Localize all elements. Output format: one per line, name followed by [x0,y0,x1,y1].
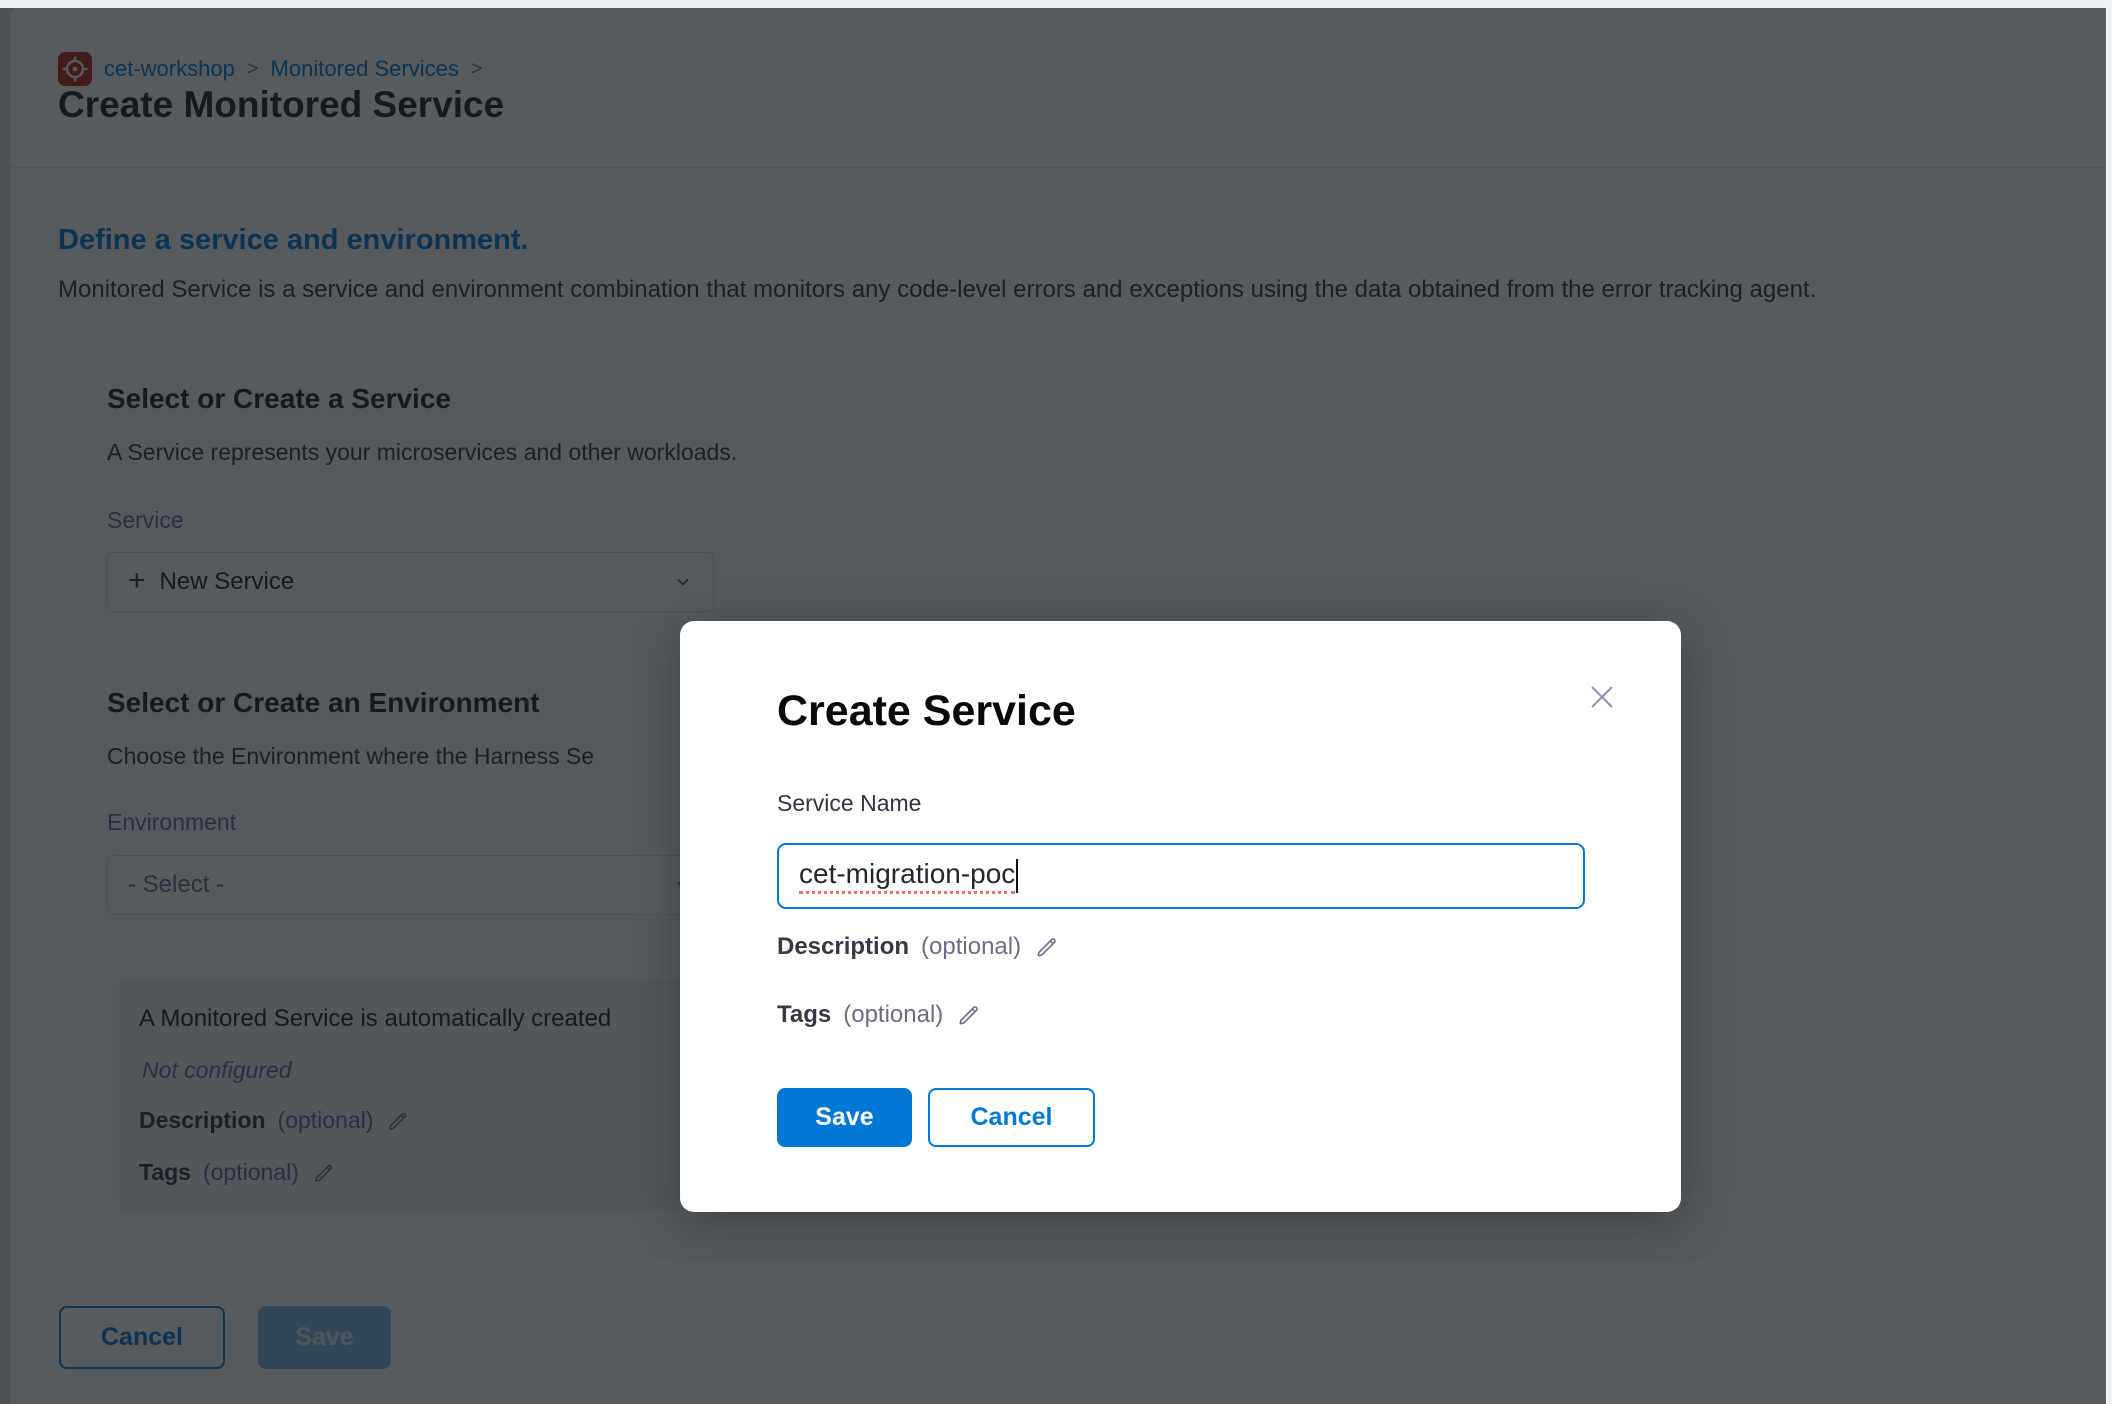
edit-pencil-icon[interactable] [955,1001,983,1029]
tags-label: Tags [777,1001,831,1029]
create-service-dialog: Create Service Service Name cet-migratio… [680,621,1681,1212]
close-icon[interactable] [1578,673,1626,721]
dialog-title: Create Service [777,687,1076,736]
dialog-cancel-button[interactable]: Cancel [928,1088,1095,1147]
service-name-value: cet-migration-poc [799,858,1015,894]
dialog-save-button[interactable]: Save [777,1088,912,1147]
text-caret [1016,859,1018,893]
scrollbar-track[interactable] [2106,0,2112,1404]
window-top-edge [0,0,2112,8]
service-name-input[interactable]: cet-migration-poc [777,843,1585,909]
modal-tags-row: Tags (optional) [777,1001,983,1029]
description-optional-label: (optional) [921,933,1021,961]
service-name-label: Service Name [777,790,921,817]
tags-optional-label: (optional) [843,1001,943,1029]
description-label: Description [777,933,909,961]
modal-description-row: Description (optional) [777,933,1061,961]
edit-pencil-icon[interactable] [1033,933,1061,961]
